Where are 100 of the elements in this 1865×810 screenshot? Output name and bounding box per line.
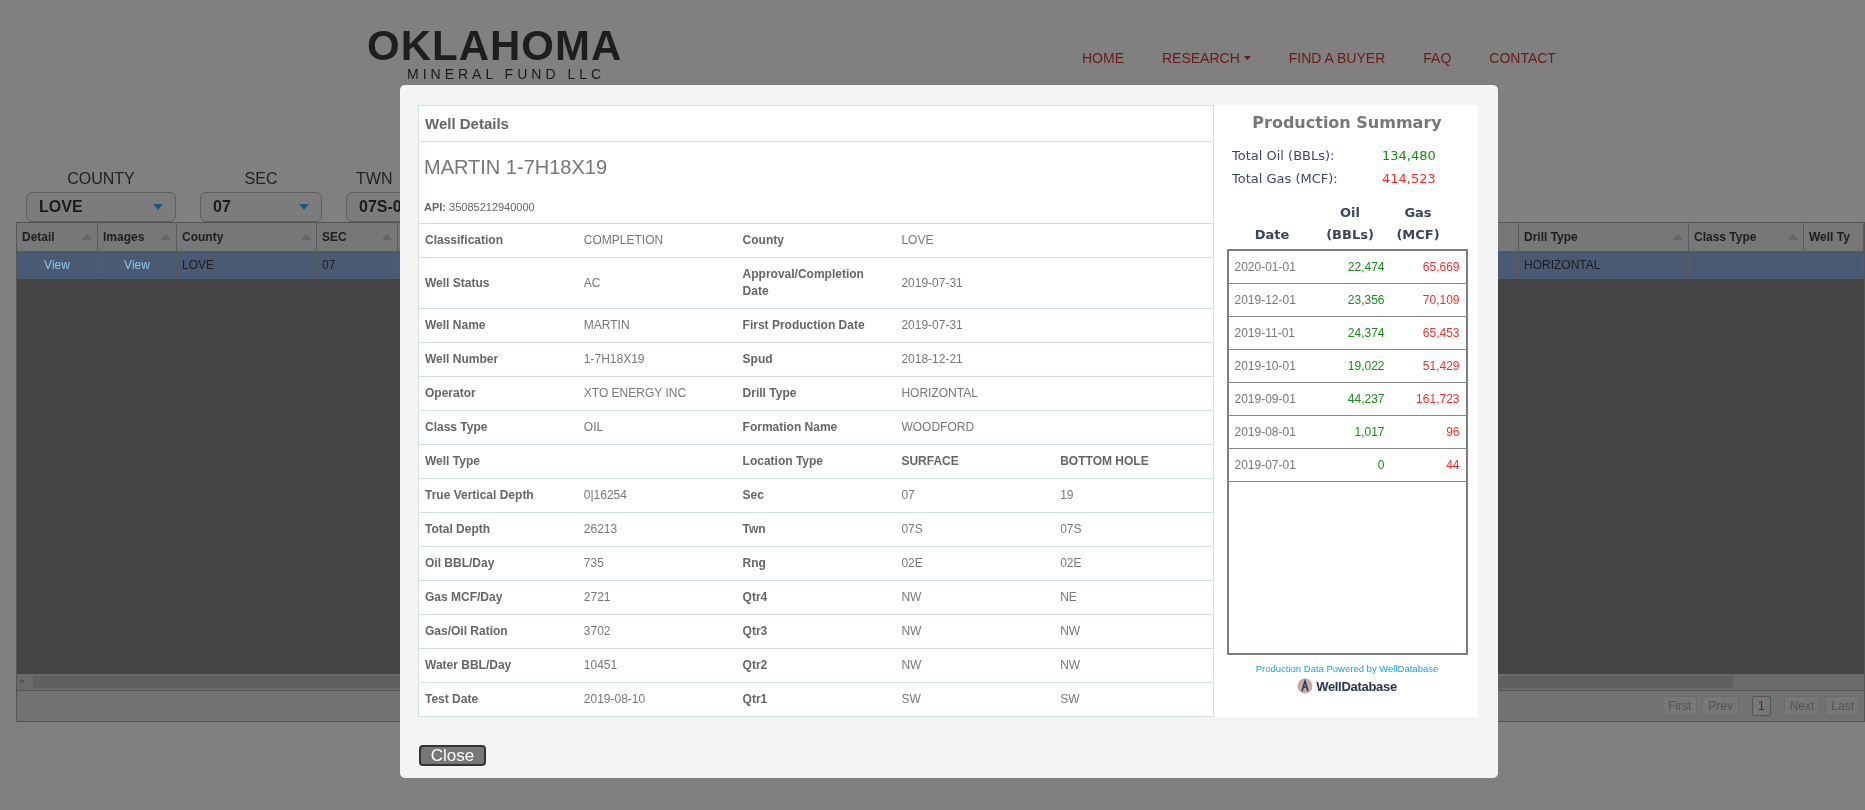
field-label: Well Status	[425, 274, 490, 292]
field-label: Qtr1	[742, 691, 768, 708]
section-title: Well Details	[419, 106, 1213, 142]
pager-button[interactable]: 1	[1751, 696, 1771, 716]
date-cell-text: 2019-10-01	[1233, 359, 1297, 373]
field-label: True Vertical Depth	[425, 487, 534, 504]
column-header[interactable]: Drill Type	[1524, 230, 1578, 244]
close-button[interactable]: Close	[419, 745, 486, 766]
column-header[interactable]: Detail	[22, 230, 55, 244]
field-value: 26213	[583, 521, 618, 538]
field-label: Water BBL/Day	[425, 657, 512, 674]
total-label: Total Gas (MCF):	[1232, 170, 1339, 188]
field-value: 2018-12-21	[901, 351, 963, 368]
gas-cell-text: 44	[1445, 458, 1460, 472]
column-header[interactable]: Images	[103, 230, 145, 244]
field-value: NW	[1060, 657, 1081, 674]
field-label: Qtr3	[742, 623, 768, 640]
field-value: OIL	[583, 419, 604, 436]
field-value: HORIZONTAL	[901, 385, 978, 402]
total-label: Total Oil (BBLs):	[1232, 147, 1336, 165]
oil-cell-text: 44,237	[1346, 392, 1385, 406]
filter-label: TWN	[356, 170, 393, 188]
gas-cell-text: 70,109	[1421, 293, 1460, 307]
oil-cell-text: 0	[1376, 458, 1385, 472]
field-label: Qtr4	[742, 589, 768, 606]
column-header: Oil (BBLs)	[1325, 204, 1375, 244]
nav-link[interactable]: HOME	[1082, 50, 1124, 66]
field-value: 2019-08-10	[583, 691, 646, 708]
field-label: County	[742, 232, 784, 249]
column-header[interactable]: SEC	[322, 230, 347, 244]
field-value: 02E	[901, 555, 923, 572]
filter-dropdown[interactable]: LOVE	[26, 192, 176, 222]
filter-dropdown[interactable]: 07	[200, 192, 322, 222]
oil-cell-text: 23,356	[1346, 293, 1385, 307]
date-cell-text: 2020-01-01	[1233, 260, 1297, 274]
table-cell: LOVE	[182, 258, 214, 272]
filter-label: COUNTY	[67, 170, 135, 188]
field-label: Well Name	[425, 317, 486, 334]
field-value: 1-7H18X19	[583, 351, 645, 368]
field-label: Qtr2	[742, 657, 768, 674]
oil-cell-text: 22,474	[1346, 260, 1385, 274]
field-value: 735	[583, 555, 604, 572]
credit-link[interactable]: Production Data Powered by WellDatabase	[1255, 663, 1439, 674]
oil-cell-text: 1,017	[1353, 425, 1385, 439]
caret-icon	[299, 204, 309, 210]
field-value: 07	[901, 487, 915, 504]
field-label: Test Date	[425, 691, 479, 708]
table-cell: 07	[322, 258, 336, 272]
nav-link[interactable]: CONTACT	[1489, 50, 1556, 66]
gas-cell-text: 161,723	[1415, 392, 1460, 406]
field-label: Approval/Completion Date	[742, 266, 865, 300]
field-label: Spud	[742, 351, 773, 368]
filter-label: SEC	[244, 170, 278, 188]
field-value: NW	[901, 623, 922, 640]
gas-cell-text: 51,429	[1421, 359, 1460, 373]
field-value: NW	[901, 589, 922, 606]
column-header[interactable]: Class Type	[1694, 230, 1757, 244]
field-label: Oil BBL/Day	[425, 555, 495, 572]
field-value: SW	[901, 691, 921, 708]
field-value: 2721	[583, 589, 611, 606]
field-label: Twn	[742, 521, 766, 538]
field-label: Classification	[425, 232, 504, 249]
nav-link[interactable]: FAQ	[1423, 50, 1452, 66]
field-label: Operator	[425, 385, 476, 402]
gas-cell-text: 65,669	[1421, 260, 1460, 274]
field-label: Well Number	[425, 351, 499, 368]
field-value: NW	[1060, 623, 1081, 640]
column-header[interactable]: Well Ty	[1809, 230, 1850, 244]
field-label: BOTTOM HOLE	[1060, 453, 1149, 470]
field-value: AC	[583, 274, 601, 292]
field-label: Location Type	[742, 453, 824, 470]
field-value: NE	[1060, 589, 1077, 606]
nav-link[interactable]: FIND A BUYER	[1288, 50, 1386, 66]
field-value: COMPLETION	[583, 232, 664, 249]
field-value: 0|16254	[583, 487, 627, 504]
field-label: Formation Name	[742, 419, 838, 436]
table-cell: HORIZONTAL	[1524, 258, 1601, 272]
derrick-logo-icon	[1297, 678, 1314, 694]
field-label: SURFACE	[901, 453, 959, 470]
field-value: XTO ENERGY INC	[583, 385, 687, 402]
field-label: Gas MCF/Day	[425, 589, 503, 606]
field-label: Gas/Oil Ration	[425, 623, 508, 640]
field-label: Total Depth	[425, 521, 491, 538]
gas-cell-text: 65,453	[1421, 326, 1460, 340]
date-cell-text: 2019-11-01	[1233, 326, 1296, 340]
field-value: 10451	[583, 657, 618, 674]
date-cell-text: 2019-12-01	[1233, 293, 1297, 307]
view-link[interactable]: View	[124, 258, 150, 272]
well-name: MARTIN 1-7H18X19	[424, 156, 609, 179]
total-value: 134,480	[1382, 147, 1437, 165]
field-value: 07S	[1060, 521, 1082, 538]
logo-text: WellDatabase	[1316, 678, 1397, 694]
nav-link[interactable]: RESEARCH	[1162, 50, 1251, 66]
logo-subtitle: MINERAL FUND LLC	[406, 66, 607, 82]
view-link[interactable]: View	[44, 258, 70, 272]
total-value: 414,523	[1382, 170, 1437, 188]
field-label: Well Type	[425, 453, 480, 470]
field-value: 2019-07-31	[901, 317, 963, 334]
column-header: Gas (MCF)	[1395, 204, 1441, 244]
column-header[interactable]: County	[182, 230, 224, 244]
